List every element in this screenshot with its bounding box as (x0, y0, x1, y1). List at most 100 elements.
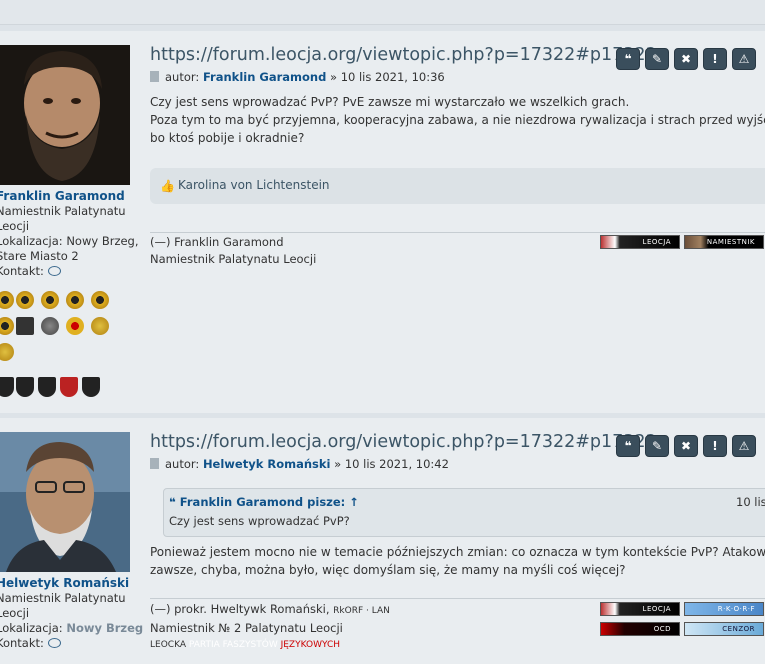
quote-header: ❝ Franklin Garamond pisze: ↑ (169, 495, 359, 509)
signature-party: PARTIA FASZYSTÓW (188, 640, 278, 650)
badge-ocd[interactable]: OCD (600, 622, 680, 636)
likes-bar: 👍 Karolina von Lichtenstein (150, 168, 765, 204)
warn-button[interactable]: ⚠ (732, 435, 756, 457)
location-label: Lokalizacja: (0, 621, 63, 635)
post: Franklin Garamond Namiestnik Palatynatu … (0, 31, 765, 413)
medal-icon (66, 317, 84, 335)
thumbs-up-icon: 👍 (160, 179, 175, 193)
badge-leocja[interactable]: LEOCJA (600, 602, 680, 616)
medal-icon (66, 291, 84, 309)
shield-icon (60, 377, 78, 397)
post-text-line: zawsze, chyba, można było, więc domyślam… (150, 563, 626, 577)
post-meta: autor: Helwetyk Romański » 10 lis 2021, … (150, 457, 449, 471)
post-title[interactable]: https://forum.leocja.org/viewtopic.php?p… (150, 45, 657, 65)
liked-by[interactable]: Karolina von Lichtenstein (178, 178, 330, 192)
pencil-icon: ✎ (651, 52, 663, 66)
post-buttons: ❝ ✎ ✖ ! ⚠ (616, 48, 756, 70)
edit-button[interactable]: ✎ (645, 435, 669, 457)
post-body: Czy jest sens wprowadzać PvP? PvE zawsze… (150, 93, 765, 147)
exclamation-icon: ! (712, 52, 718, 66)
signature-party: JĘZYKOWYCH (280, 640, 341, 650)
signature: (—) prokr. Hweltywk Romański, RkORF · LA… (150, 601, 390, 654)
post-date: » 10 lis 2021, 10:36 (330, 70, 445, 84)
shield-icon (82, 377, 100, 397)
avatar[interactable] (0, 45, 130, 185)
meta-prefix: autor: (165, 457, 200, 471)
avatar[interactable] (0, 432, 130, 572)
location-label: Lokalizacja: (0, 234, 63, 248)
shield-icon (16, 377, 34, 397)
meta-prefix: autor: (165, 70, 200, 84)
contact-icon[interactable] (47, 266, 61, 276)
top-band (0, 0, 765, 25)
close-icon: ✖ (680, 439, 692, 453)
signature-line: Namiestnik Palatynatu Leocji (150, 252, 317, 266)
post-buttons: ❝ ✎ ✖ ! ⚠ (616, 435, 756, 457)
location-value: Stare Miasto 2 (0, 249, 79, 263)
delete-button[interactable]: ✖ (674, 48, 698, 70)
contact-label: Kontakt: (0, 636, 44, 650)
post-title[interactable]: https://forum.leocja.org/viewtopic.php?p… (150, 432, 657, 452)
badge-rkorf[interactable]: R·K·O·R·F (684, 602, 764, 616)
rank-line: Namiestnik Palatynatu (0, 591, 126, 605)
medal-icon (16, 291, 34, 309)
exclamation-icon: ! (712, 439, 718, 453)
pencil-icon: ✎ (651, 439, 663, 453)
rank-line: Leocji (0, 606, 30, 620)
username[interactable]: Franklin Garamond (0, 189, 146, 204)
username[interactable]: Helwetyk Romański (0, 576, 146, 591)
user-profile: Franklin Garamond Namiestnik Palatynatu … (0, 189, 146, 279)
cross-medal-icon (16, 317, 34, 335)
divider (150, 232, 765, 233)
post-date: » 10 lis 2021, 10:42 (334, 457, 449, 471)
post-meta: autor: Franklin Garamond » 10 lis 2021, … (150, 70, 445, 84)
signature-party: LEOCKA (150, 640, 186, 650)
quote-box: ❝ Franklin Garamond pisze: ↑ 10 lis Czy … (163, 488, 765, 537)
post-text-line: Ponieważ jestem mocno nie w temacie późn… (150, 545, 765, 559)
badge-leocja[interactable]: LEOCJA (600, 235, 680, 249)
user-profile: Helwetyk Romański Namiestnik Palatynatu … (0, 576, 146, 651)
quote-date: 10 lis (736, 495, 765, 509)
delete-button[interactable]: ✖ (674, 435, 698, 457)
post-author[interactable]: Helwetyk Romański (203, 457, 331, 471)
divider (150, 598, 765, 599)
contact-label: Kontakt: (0, 264, 44, 278)
warn-button[interactable]: ⚠ (732, 48, 756, 70)
document-icon: ❝ (624, 439, 632, 453)
medal-icon (91, 291, 109, 309)
post-icon (150, 458, 159, 469)
quote-author[interactable]: Franklin Garamond pisze: ↑ (180, 495, 359, 509)
medal-icon (91, 317, 109, 335)
warning-icon: ⚠ (738, 439, 750, 453)
shield-icon (0, 377, 14, 397)
badge-namiestnik[interactable]: NAMIESTNIK (684, 235, 764, 249)
post-text-line: Poza tym to ma być przyjemna, kooperacyj… (150, 113, 765, 127)
medal-icon (0, 317, 14, 335)
contact-icon[interactable] (47, 638, 61, 648)
signature-line: (—) prokr. Hweltywk Romański, (150, 602, 330, 616)
report-button[interactable]: ! (703, 435, 727, 457)
quote-icon: ❝ (169, 495, 180, 509)
location-value: Nowy Brzeg, (66, 234, 139, 248)
report-button[interactable]: ! (703, 48, 727, 70)
badge-cenzor[interactable]: CENZOR (684, 622, 764, 636)
quote-button[interactable]: ❝ (616, 435, 640, 457)
rank-line: Leocji (0, 219, 30, 233)
signature: (—) Franklin Garamond Namiestnik Palatyn… (150, 234, 316, 268)
rank-line: Namiestnik Palatynatu (0, 204, 126, 218)
warning-icon: ⚠ (738, 52, 750, 66)
eagle-medal-icon (41, 317, 59, 335)
close-icon: ✖ (680, 52, 692, 66)
post-author[interactable]: Franklin Garamond (203, 70, 326, 84)
signature-line: Namiestnik № 2 Palatynatu Leocji (150, 621, 343, 635)
document-icon: ❝ (624, 52, 632, 66)
signature-suffix: RkORF · LAN (333, 606, 390, 616)
post-text-line: Czy jest sens wprowadzać PvP? PvE zawsze… (150, 95, 630, 109)
post-icon (150, 71, 159, 82)
shield-icon (38, 377, 56, 397)
medal-icon (41, 291, 59, 309)
quote-button[interactable]: ❝ (616, 48, 640, 70)
post-text-line: bo ktoś pobije i okradnie? (150, 131, 305, 145)
edit-button[interactable]: ✎ (645, 48, 669, 70)
medal-icon (0, 343, 14, 361)
